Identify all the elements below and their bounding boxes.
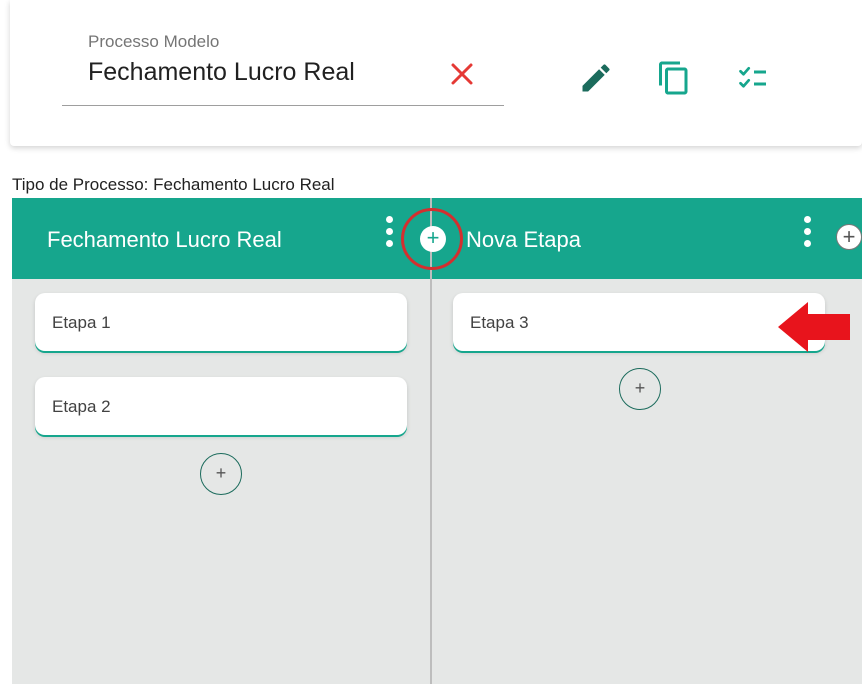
stage-card[interactable]: Etapa 1: [35, 293, 407, 351]
process-model-label: Processo Modelo: [88, 32, 220, 51]
stage-column-1: Fechamento Lucro Real: [12, 198, 430, 684]
add-card-button[interactable]: +: [200, 453, 242, 495]
highlight-circle: [401, 208, 463, 270]
process-header-card: Processo Modelo Fechamento Lucro Real: [10, 0, 862, 146]
process-model-field[interactable]: Processo Modelo Fechamento Lucro Real: [62, 30, 504, 106]
pencil-icon[interactable]: [578, 60, 614, 96]
column-title: Nova Etapa: [466, 227, 581, 252]
stage-card[interactable]: Etapa 2: [35, 377, 407, 435]
process-model-value[interactable]: Fechamento Lucro Real: [88, 58, 355, 87]
copy-icon[interactable]: [656, 60, 692, 96]
close-icon[interactable]: [448, 60, 476, 88]
add-card-button[interactable]: +: [619, 368, 661, 410]
stage-card[interactable]: Etapa 3: [453, 293, 825, 351]
process-type-label: Tipo de Processo: Fechamento Lucro Real: [12, 175, 335, 194]
column-title: Fechamento Lucro Real: [47, 227, 282, 252]
column-header: Nova Etapa: [432, 198, 862, 279]
more-vert-icon[interactable]: [384, 216, 394, 254]
column-header: Fechamento Lucro Real: [12, 198, 430, 279]
more-vert-icon[interactable]: [802, 216, 812, 254]
checklist-icon[interactable]: [736, 60, 772, 96]
add-stage-button[interactable]: +: [836, 224, 862, 250]
arrow-left-icon: [778, 302, 850, 352]
stage-column-2: Nova Etapa: [432, 198, 862, 684]
